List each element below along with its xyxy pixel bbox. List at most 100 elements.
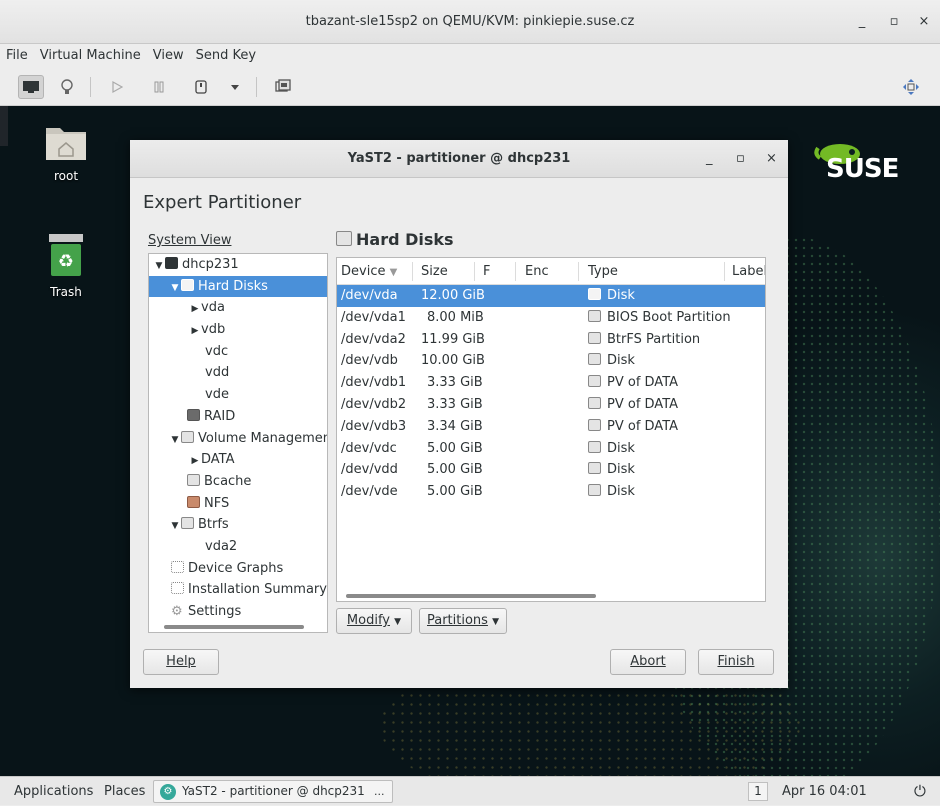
tree-item-vdd[interactable]: vdd [149, 362, 327, 384]
taskbar-window-item[interactable]: ⚙ YaST2 - partitioner @ dhcp231 ... [153, 780, 393, 803]
column-header-enc[interactable]: Enc [525, 258, 549, 285]
tree-item-vdc[interactable]: vdc [149, 341, 327, 363]
expander-down-icon[interactable]: ▼ [169, 516, 181, 538]
menu-view[interactable]: View [147, 44, 190, 68]
table-row[interactable]: /dev/vda1 8.00 MiB BIOS Boot Partition [337, 307, 765, 329]
tree-item-volume-management[interactable]: ▼ Volume Management [149, 428, 327, 450]
column-header-label[interactable]: Label [732, 258, 765, 285]
partitions-button[interactable]: Partitions ▼ [419, 608, 507, 634]
minimize-button[interactable]: _ [852, 12, 872, 32]
column-separator[interactable] [412, 262, 413, 281]
menu-virtual-machine[interactable]: Virtual Machine [34, 44, 147, 68]
column-separator[interactable] [515, 262, 516, 281]
tree-item-btrfs[interactable]: ▼ Btrfs [149, 514, 327, 536]
expander-right-icon[interactable]: ▶ [189, 451, 201, 473]
places-menu[interactable]: Places [104, 777, 145, 806]
menu-send-key[interactable]: Send Key [190, 44, 262, 68]
tree-item-installation-summary[interactable]: Installation Summary [149, 579, 327, 601]
page-title: Expert Partitioner [143, 192, 302, 213]
tree-item-vda2[interactable]: vda2 [149, 536, 327, 558]
yast-maximize-button[interactable]: ▫ [736, 140, 745, 178]
cell-type-text: PV of DATA [607, 396, 679, 412]
tree-item-vde[interactable]: vde [149, 384, 327, 406]
tree-item-dhcp231[interactable]: ▼ dhcp231 [149, 254, 327, 276]
screenshot-icon[interactable] [270, 75, 296, 99]
table-row[interactable]: /dev/vdb3 3.34 GiB PV of DATA [337, 416, 765, 438]
menubar: File Virtual Machine View Send Key [0, 44, 940, 68]
pause-icon[interactable] [146, 75, 172, 99]
cell-device: /dev/vda1 [341, 309, 406, 325]
system-view-label-text: System View [148, 233, 232, 248]
physical-volume-icon [588, 396, 601, 409]
column-header-f[interactable]: F [483, 258, 490, 285]
table-row[interactable]: /dev/vdd 5.00 GiB Disk [337, 459, 765, 481]
vm-window-title: tbazant-sle15sp2 on QEMU/KVM: pinkiepie.… [305, 14, 635, 29]
column-header-device[interactable]: Device ▼ [341, 258, 397, 286]
workspace-switcher[interactable]: 1 [748, 782, 768, 801]
finish-button[interactable]: Finish [698, 649, 774, 675]
tree-item-device-graphs[interactable]: Device Graphs [149, 558, 327, 580]
tree-horizontal-scrollbar[interactable] [148, 622, 328, 633]
devices-table[interactable]: Device ▼ Size F Enc Type Label /dev/vda … [336, 257, 766, 602]
modify-button[interactable]: Modify ▼ [336, 608, 412, 634]
system-tree[interactable]: ▼ dhcp231 ▼ Hard Disks ▶ vda ▶ vdb vdc vdd v… [148, 253, 328, 633]
expander-down-icon[interactable]: ▼ [153, 256, 165, 278]
tree-item-vda[interactable]: ▶ vda [149, 297, 327, 319]
power-menu-icon[interactable]: ⏻ [914, 777, 926, 806]
lightbulb-icon[interactable] [54, 75, 80, 99]
modify-button-label: Modify [346, 613, 390, 628]
resize-icon[interactable] [898, 75, 924, 99]
help-button[interactable]: Help [143, 649, 219, 675]
expander-right-icon[interactable]: ▶ [189, 299, 201, 321]
yast-minimize-button[interactable]: _ [706, 140, 713, 178]
column-separator[interactable] [474, 262, 475, 281]
monitor-icon[interactable] [18, 75, 44, 99]
desktop-icon-trash[interactable]: ♻ Trash [36, 234, 96, 299]
summary-icon [171, 582, 184, 595]
dropdown-icon[interactable] [222, 75, 248, 99]
table-row[interactable]: /dev/vdb2 3.33 GiB PV of DATA [337, 394, 765, 416]
cell-type-text: Disk [607, 353, 635, 369]
column-separator[interactable] [578, 262, 579, 281]
tree-item-raid[interactable]: RAID [149, 406, 327, 428]
table-row[interactable]: /dev/vda 12.00 GiB Disk [337, 285, 765, 307]
cell-type: BtrFS Partition [588, 329, 700, 351]
column-header-size[interactable]: Size [421, 258, 448, 285]
table-row[interactable]: /dev/vdc 5.00 GiB Disk [337, 438, 765, 460]
scrollbar-thumb[interactable] [346, 594, 596, 598]
tree-item-bcache[interactable]: Bcache [149, 471, 327, 493]
yast-window: YaST2 - partitioner @ dhcp231 _ ▫ × Expe… [130, 140, 788, 688]
column-header-type[interactable]: Type [588, 258, 618, 285]
tree-item-nfs[interactable]: NFS [149, 493, 327, 515]
tree-item-label: Volume Management [198, 430, 328, 446]
yast-close-button[interactable]: × [766, 140, 777, 178]
tree-item-settings[interactable]: ⚙ Settings [149, 601, 327, 623]
table-row[interactable]: /dev/vda2 11.99 GiB BtrFS Partition [337, 329, 765, 351]
cell-size: 5.00 GiB [427, 484, 483, 500]
table-row[interactable]: /dev/vdb1 3.33 GiB PV of DATA [337, 372, 765, 394]
play-icon[interactable] [104, 75, 130, 99]
taskbar-window-more: ... [374, 785, 385, 798]
expander-down-icon[interactable]: ▼ [169, 278, 181, 300]
scrollbar-thumb[interactable] [164, 625, 304, 629]
abort-button[interactable]: Abort [610, 649, 686, 675]
tree-item-data[interactable]: ▶ DATA [149, 449, 327, 471]
suse-logo-text: SUSE [826, 154, 899, 184]
expander-right-icon[interactable]: ▶ [189, 321, 201, 343]
table-horizontal-scrollbar[interactable] [336, 591, 766, 602]
taskbar: Applications Places ⚙ YaST2 - partitione… [0, 776, 940, 805]
disk-icon [588, 440, 601, 453]
tree-item-vdb[interactable]: ▶ vdb [149, 319, 327, 341]
menu-file[interactable]: File [0, 44, 34, 68]
power-icon[interactable] [188, 75, 214, 99]
close-button[interactable]: × [914, 12, 934, 32]
column-separator[interactable] [724, 262, 725, 281]
expander-down-icon[interactable]: ▼ [169, 430, 181, 452]
clock[interactable]: Apr 16 04:01 [782, 777, 867, 806]
applications-menu[interactable]: Applications [14, 777, 93, 806]
table-row[interactable]: /dev/vde 5.00 GiB Disk [337, 481, 765, 503]
desktop-icon-root[interactable]: root [36, 122, 96, 183]
table-row[interactable]: /dev/vdb 10.00 GiB Disk [337, 350, 765, 372]
tree-item-hard-disks[interactable]: ▼ Hard Disks [149, 275, 327, 300]
maximize-button[interactable]: ▫ [884, 12, 904, 32]
